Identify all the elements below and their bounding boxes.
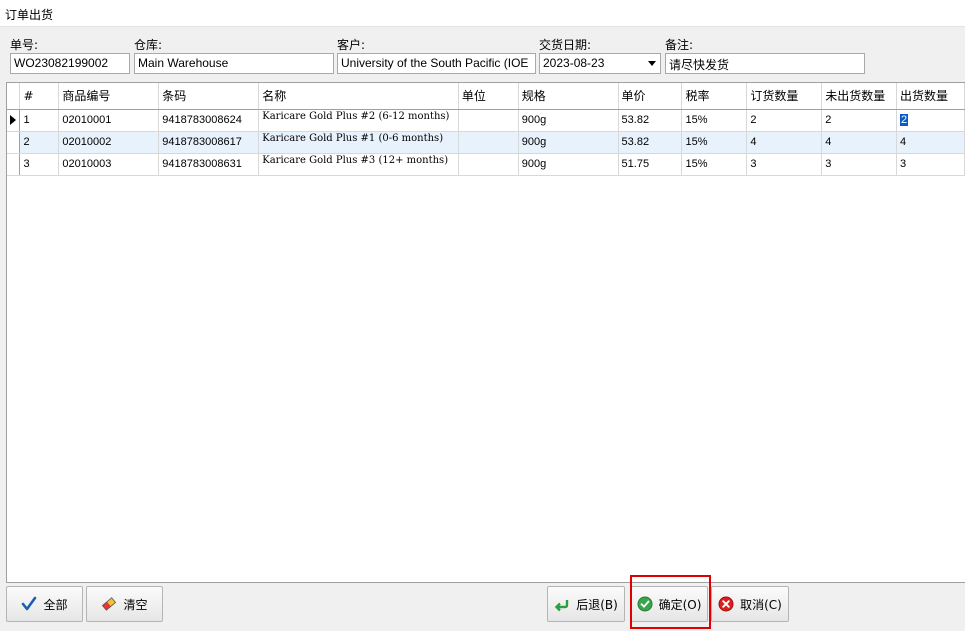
items-table: # 商品编号 条码 名称 单位 规格 单价 税率 订货数量 未出货数量 出货数量…	[7, 83, 965, 176]
cell-unit[interactable]	[458, 153, 519, 176]
dropdown-arrow-icon[interactable]	[648, 61, 656, 66]
confirm-label: 确定(O)	[658, 597, 702, 612]
cell-ship[interactable]: 3	[896, 153, 965, 176]
col-header-spec[interactable]: 规格	[518, 83, 619, 110]
ship-qty-selected[interactable]: 2	[900, 114, 909, 126]
cancel-x-icon	[718, 596, 734, 612]
cell-code[interactable]: 02010002	[58, 131, 160, 154]
cell-ordered[interactable]: 3	[746, 153, 823, 176]
back-label: 后退(B)	[576, 597, 618, 612]
cell-spec[interactable]: 900g	[518, 131, 619, 154]
order-header-form: 单号: WO23082199002 仓库: Main Warehouse 客户:…	[0, 27, 965, 82]
col-header-unit[interactable]: 单位	[458, 83, 519, 110]
items-grid[interactable]: # 商品编号 条码 名称 单位 规格 单价 税率 订货数量 未出货数量 出货数量…	[6, 82, 965, 583]
cell-unit[interactable]	[458, 131, 519, 154]
warehouse-label: 仓库:	[134, 38, 163, 52]
bottom-toolbar: 全部 清空 后退(B) 确定(O) 取消(C)	[0, 583, 965, 631]
grid-header-row: # 商品编号 条码 名称 单位 规格 单价 税率 订货数量 未出货数量 出货数量	[7, 83, 965, 110]
cell-barcode[interactable]: 9418783008624	[158, 109, 260, 132]
col-header-name[interactable]: 名称	[258, 83, 459, 110]
cell-price[interactable]: 53.82	[618, 109, 683, 132]
cell-num[interactable]: 2	[19, 131, 60, 154]
cancel-button[interactable]: 取消(C)	[711, 586, 789, 622]
cell-pending[interactable]: 2	[821, 109, 898, 132]
table-row[interactable]: 3 02010003 9418783008631 Karicare Gold P…	[7, 153, 965, 176]
cell-ship[interactable]: 4	[896, 131, 965, 154]
customer-input[interactable]: University of the South Pacific (IOE	[337, 53, 536, 74]
row-header[interactable]	[7, 153, 21, 176]
cell-tax[interactable]: 15%	[681, 109, 748, 132]
back-arrow-icon	[554, 596, 570, 612]
col-header-tax[interactable]: 税率	[681, 83, 748, 110]
checkmark-icon	[21, 596, 37, 612]
col-header-price[interactable]: 单价	[618, 83, 683, 110]
cell-pending[interactable]: 4	[821, 131, 898, 154]
cell-name[interactable]: Karicare Gold Plus #1 (0-6 months)	[258, 131, 459, 154]
remark-input[interactable]: 请尽快发货	[665, 53, 865, 74]
delivery-date-picker[interactable]: 2023-08-23	[539, 53, 661, 74]
row-arrow-icon	[10, 114, 17, 125]
clear-label: 清空	[123, 597, 148, 612]
cell-code[interactable]: 02010001	[58, 109, 160, 132]
cell-code[interactable]: 02010003	[58, 153, 160, 176]
col-header-ordered[interactable]: 订货数量	[746, 83, 823, 110]
cell-ordered[interactable]: 4	[746, 131, 823, 154]
cell-tax[interactable]: 15%	[681, 153, 748, 176]
cell-spec[interactable]: 900g	[518, 153, 619, 176]
select-all-label: 全部	[43, 597, 68, 612]
col-header-num[interactable]: #	[19, 83, 60, 110]
row-header-corner	[7, 83, 21, 110]
confirm-button[interactable]: 确定(O)	[630, 586, 708, 622]
row-header[interactable]	[7, 131, 21, 154]
delivery-date-value: 2023-08-23	[543, 56, 605, 70]
eraser-icon	[101, 596, 117, 612]
cell-tax[interactable]: 15%	[681, 131, 748, 154]
table-row[interactable]: 1 02010001 9418783008624 Karicare Gold P…	[7, 109, 965, 132]
cell-name[interactable]: Karicare Gold Plus #2 (6-12 months)	[258, 109, 459, 132]
confirm-check-icon	[637, 596, 653, 612]
cell-price[interactable]: 51.75	[618, 153, 683, 176]
cell-barcode[interactable]: 9418783008617	[158, 131, 260, 154]
table-row[interactable]: 2 02010002 9418783008617 Karicare Gold P…	[7, 131, 965, 154]
cell-name[interactable]: Karicare Gold Plus #3 (12+ months)	[258, 153, 459, 176]
cell-ordered[interactable]: 2	[746, 109, 823, 132]
col-header-ship[interactable]: 出货数量	[896, 83, 965, 110]
order-no-input[interactable]: WO23082199002	[10, 53, 130, 74]
col-header-barcode[interactable]: 条码	[158, 83, 260, 110]
clear-button[interactable]: 清空	[86, 586, 163, 622]
remark-label: 备注:	[665, 38, 694, 52]
col-header-code[interactable]: 商品编号	[58, 83, 160, 110]
customer-label: 客户:	[337, 38, 366, 52]
current-row-indicator[interactable]	[7, 109, 21, 132]
cancel-label: 取消(C)	[740, 597, 782, 612]
order-no-label: 单号:	[10, 38, 39, 52]
cell-pending[interactable]: 3	[821, 153, 898, 176]
cell-num[interactable]: 3	[19, 153, 60, 176]
cell-unit[interactable]	[458, 109, 519, 132]
col-header-pending[interactable]: 未出货数量	[821, 83, 898, 110]
window-title: 订单出货	[0, 0, 965, 27]
cell-spec[interactable]: 900g	[518, 109, 619, 132]
back-button[interactable]: 后退(B)	[547, 586, 625, 622]
cell-ship-editing[interactable]: 2	[896, 109, 965, 132]
cell-num[interactable]: 1	[19, 109, 60, 132]
select-all-button[interactable]: 全部	[6, 586, 83, 622]
delivery-date-label: 交货日期:	[539, 38, 592, 52]
warehouse-input[interactable]: Main Warehouse	[134, 53, 334, 74]
cell-price[interactable]: 53.82	[618, 131, 683, 154]
cell-barcode[interactable]: 9418783008631	[158, 153, 260, 176]
